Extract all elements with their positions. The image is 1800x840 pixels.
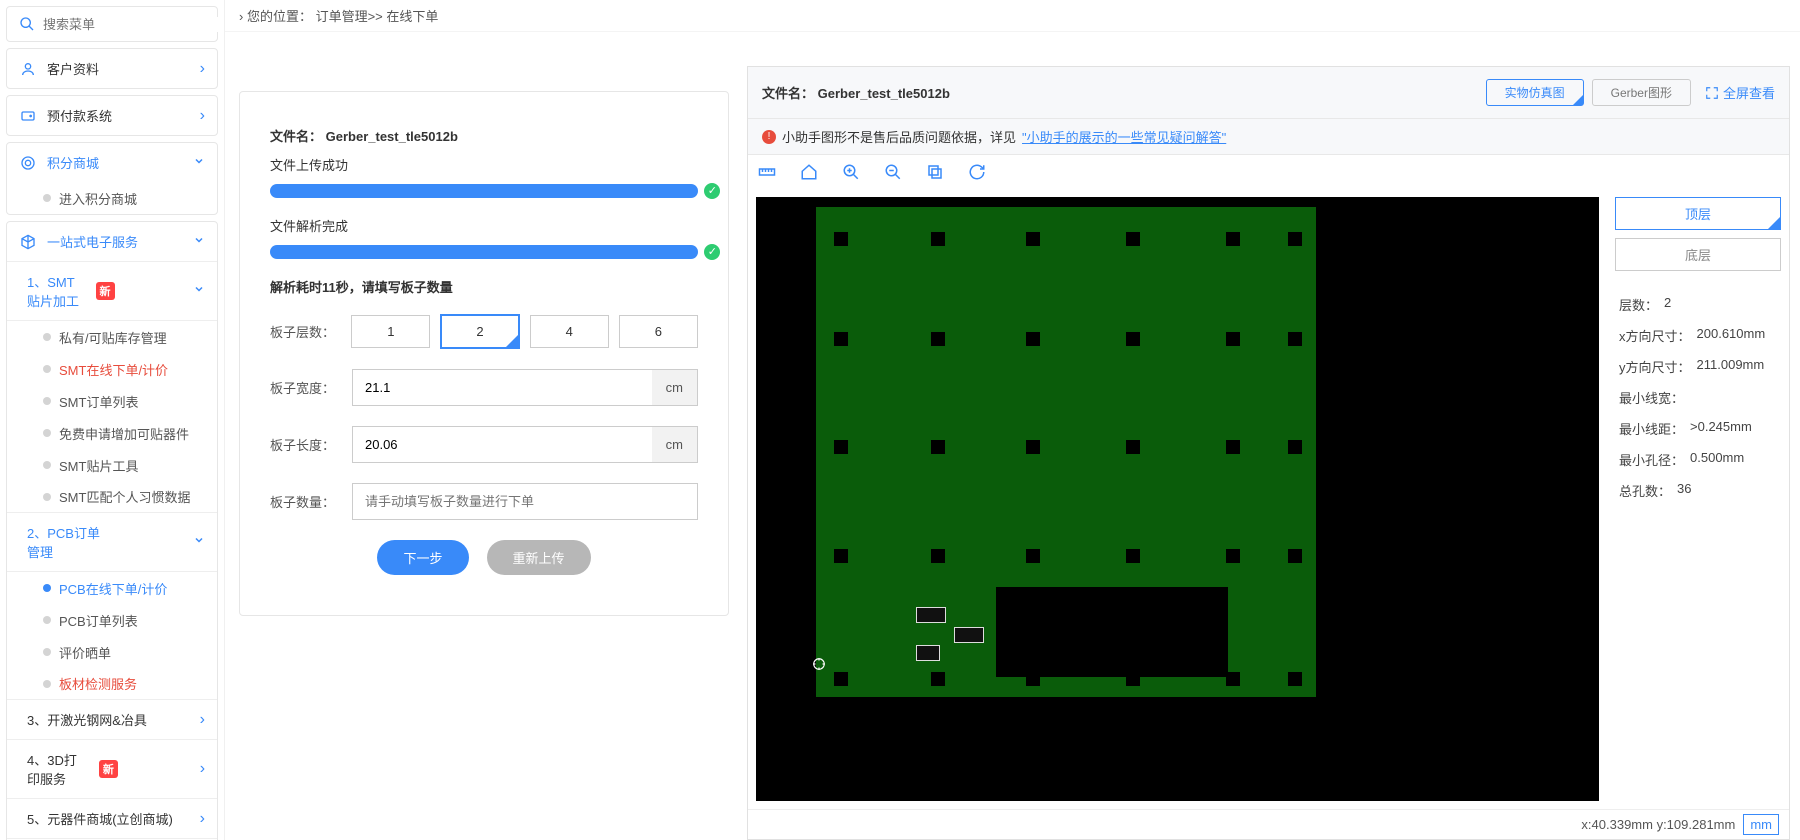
layer-bottom-button[interactable]: 底层 <box>1615 238 1781 271</box>
menu-points: 积分商城 进入积分商城 <box>6 142 218 215</box>
length-row: 板子长度： cm <box>270 426 698 463</box>
main: › 您的位置： 订单管理>> 在线下单 文件名： Gerber_test_tle… <box>225 0 1800 840</box>
preview-panel: 文件名： Gerber_test_tle5012b 实物仿真图 Gerber图形… <box>747 66 1790 840</box>
sidebar-item-smt-4[interactable]: SMT贴片工具 <box>7 449 217 481</box>
tab-real-render[interactable]: 实物仿真图 <box>1486 79 1584 106</box>
chevron-down-icon <box>193 233 205 251</box>
width-row: 板子宽度： cm <box>270 369 698 406</box>
parse-status: 文件解析完成 <box>270 216 698 235</box>
home-icon[interactable] <box>800 163 818 181</box>
breadcrumb: › 您的位置： 订单管理>> 在线下单 <box>225 0 1800 32</box>
sidebar-item-pcb-review[interactable]: 评价晒单 <box>7 636 217 668</box>
sidebar-item-smt-0[interactable]: 私有/可贴库存管理 <box>7 321 217 353</box>
menu-points-enter[interactable]: 进入积分商城 <box>7 182 217 214</box>
wallet-icon <box>19 107 37 125</box>
badge-new: 新 <box>96 282 115 300</box>
target-icon <box>812 657 826 671</box>
fullscreen-button[interactable]: 全屏查看 <box>1705 83 1775 102</box>
sidebar-item-pcb-material[interactable]: 板材检测服务 <box>7 668 217 700</box>
menu-prepaid[interactable]: 预付款系统 › <box>6 95 218 136</box>
layers-row: 板子层数： 1 2 4 6 <box>270 314 698 349</box>
sidebar-item-smt-1[interactable]: SMT在线下单/计价 <box>7 353 217 385</box>
menu-search-input[interactable] <box>43 17 219 32</box>
menu-smt-header[interactable]: 1、SMT贴片加工 新 <box>7 262 217 321</box>
menu-3-stencil[interactable]: 3、开激光钢网&冶具› <box>7 700 217 740</box>
chevron-right-icon: › <box>200 107 205 125</box>
chevron-down-icon <box>193 154 205 172</box>
sidebar-item-pcb-list[interactable]: PCB订单列表 <box>7 604 217 636</box>
preview-footer: x:40.339mm y:109.281mm mm <box>748 809 1789 839</box>
chevron-down-icon <box>193 533 205 551</box>
chevron-right-icon: › <box>200 60 205 78</box>
order-form-panel: 文件名： Gerber_test_tle5012b 文件上传成功 文件解析完成 … <box>239 91 729 616</box>
next-button[interactable]: 下一步 <box>377 540 468 575</box>
unit-toggle[interactable]: mm <box>1743 814 1779 835</box>
sidebar-item-smt-2[interactable]: SMT订单列表 <box>7 385 217 417</box>
ruler-icon[interactable] <box>758 163 776 181</box>
menu-customers[interactable]: 客户资料 › <box>6 48 218 89</box>
qty-input[interactable] <box>353 484 697 519</box>
menu-4-3dprint[interactable]: 4、3D打印服务新› <box>7 740 217 799</box>
chevron-down-icon <box>193 282 205 300</box>
qty-row: 板子数量： <box>270 483 698 520</box>
layer-top-button[interactable]: 顶层 <box>1615 197 1781 230</box>
pcb-meta: 顶层 底层 层数：2 x方向尺寸：200.610mm y方向尺寸：211.009… <box>1607 189 1789 809</box>
preview-toolbar <box>748 155 1789 189</box>
zoom-out-icon[interactable] <box>884 163 902 181</box>
cube-icon <box>19 233 37 251</box>
preview-file-label: 文件名： Gerber_test_tle5012b <box>762 83 950 102</box>
refresh-icon[interactable] <box>968 163 986 181</box>
layer-opt-6[interactable]: 6 <box>619 315 698 348</box>
menu-5-components[interactable]: 5、元器件商城(立创商城)› <box>7 799 217 839</box>
progress-parse <box>270 245 698 259</box>
layer-opt-2[interactable]: 2 <box>440 314 519 349</box>
tab-gerber[interactable]: Gerber图形 <box>1592 79 1691 106</box>
zoom-in-icon[interactable] <box>842 163 860 181</box>
menu-onestop: 一站式电子服务 1、SMT贴片加工 新 私有/可贴库存管理 SMT在线下单/计价… <box>6 221 218 840</box>
pcb-canvas[interactable] <box>756 197 1599 801</box>
menu-onestop-header[interactable]: 一站式电子服务 <box>7 222 217 262</box>
search-icon <box>19 15 35 33</box>
menu-search[interactable] <box>6 6 218 42</box>
user-icon <box>19 60 37 78</box>
pcb-board <box>816 207 1316 697</box>
faq-link[interactable]: "小助手的展示的一些常见疑问解答" <box>1022 127 1226 146</box>
sidebar: 客户资料 › 预付款系统 › 积分商城 进入积分商城 一站式电子服务 1、SMT… <box>0 0 225 840</box>
copy-icon[interactable] <box>926 163 944 181</box>
menu-pcb-header[interactable]: 2、PCB订单管理 <box>7 513 217 572</box>
warning-icon: ! <box>762 130 776 144</box>
upload-status: 文件上传成功 <box>270 155 698 174</box>
sidebar-item-pcb-order[interactable]: PCB在线下单/计价 <box>7 572 217 604</box>
parse-time-label: 解析耗时11秒，请填写板子数量 <box>270 277 698 296</box>
layer-opt-4[interactable]: 4 <box>530 315 609 348</box>
coord-display: x:40.339mm y:109.281mm <box>1581 817 1735 832</box>
progress-upload <box>270 184 698 198</box>
width-input[interactable] <box>353 370 652 405</box>
sidebar-item-smt-5[interactable]: SMT匹配个人习惯数据 <box>7 481 217 513</box>
file-name-label: 文件名： Gerber_test_tle5012b <box>270 126 698 145</box>
length-input[interactable] <box>353 427 652 462</box>
sidebar-item-smt-3[interactable]: 免费申请增加可贴器件 <box>7 417 217 449</box>
reupload-button[interactable]: 重新上传 <box>487 540 591 575</box>
layer-opt-1[interactable]: 1 <box>351 315 430 348</box>
preview-notice: ! 小助手图形不是售后品质问题依据，详见"小助手的展示的一些常见疑问解答" <box>748 119 1789 155</box>
store-icon <box>19 154 37 172</box>
menu-points-header[interactable]: 积分商城 <box>7 143 217 182</box>
